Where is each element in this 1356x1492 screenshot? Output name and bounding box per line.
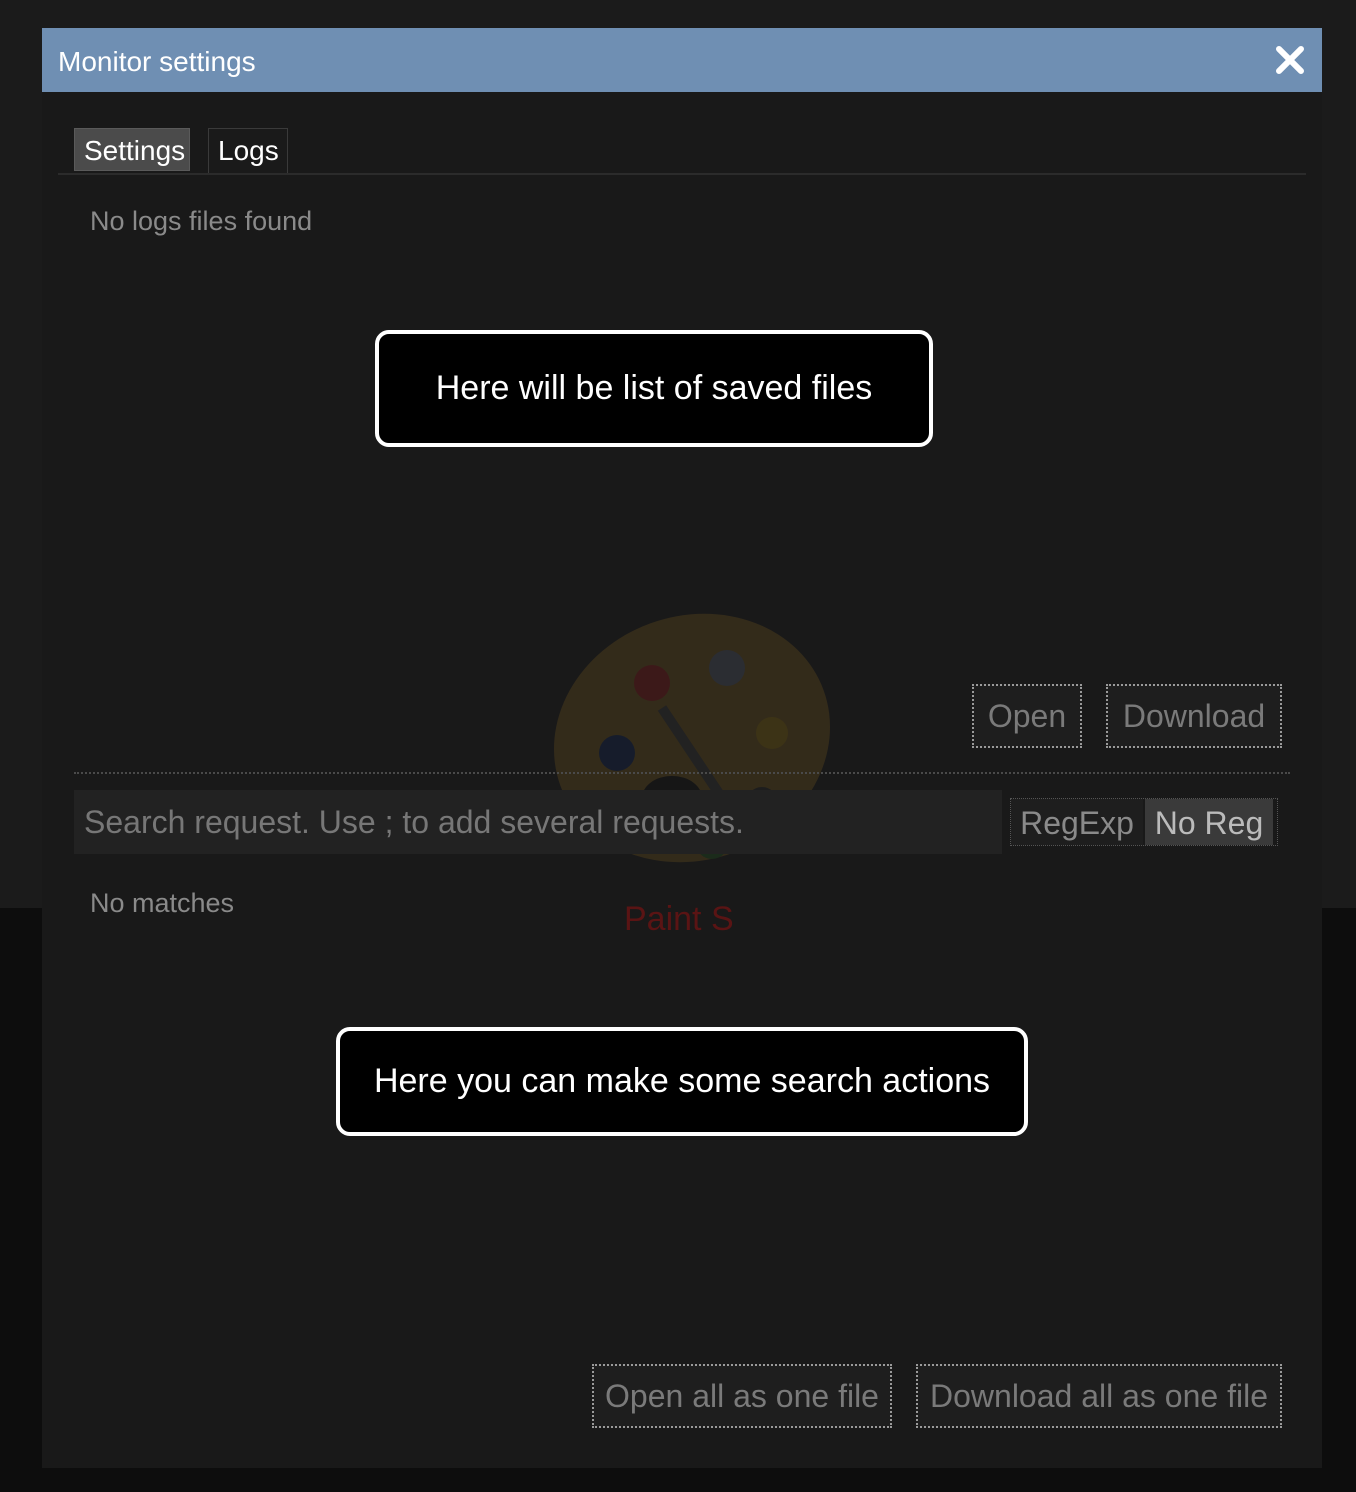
regex-mode-toggle: RegExp No Reg — [1010, 798, 1278, 846]
tab-logs[interactable]: Logs — [208, 128, 288, 173]
no-logs-message: No logs files found — [90, 206, 313, 236]
download-button[interactable]: Download — [1106, 684, 1282, 748]
monitor-settings-dialog: Monitor settings Settings Logs No logs f… — [42, 28, 1322, 1468]
no-matches-message: No matches — [90, 888, 235, 918]
open-button[interactable]: Open — [972, 684, 1082, 748]
regexp-option[interactable]: RegExp — [1011, 799, 1143, 845]
section-divider — [74, 772, 1290, 774]
search-hint-callout: Here you can make some search actions — [336, 1027, 1028, 1136]
tab-settings[interactable]: Settings — [74, 128, 190, 171]
tab-bar: Settings Logs — [58, 128, 1306, 175]
dialog-title: Monitor settings — [58, 46, 256, 77]
no-reg-option[interactable]: No Reg — [1145, 799, 1273, 845]
dialog-titlebar: Monitor settings — [42, 28, 1322, 92]
close-icon — [1276, 46, 1304, 74]
search-input[interactable] — [74, 790, 1002, 854]
close-button[interactable] — [1272, 42, 1308, 78]
open-all-button[interactable]: Open all as one file — [592, 1364, 892, 1428]
files-hint-callout: Here will be list of saved files — [375, 330, 933, 447]
download-all-button[interactable]: Download all as one file — [916, 1364, 1282, 1428]
watermark-text: Paint S — [624, 900, 734, 938]
